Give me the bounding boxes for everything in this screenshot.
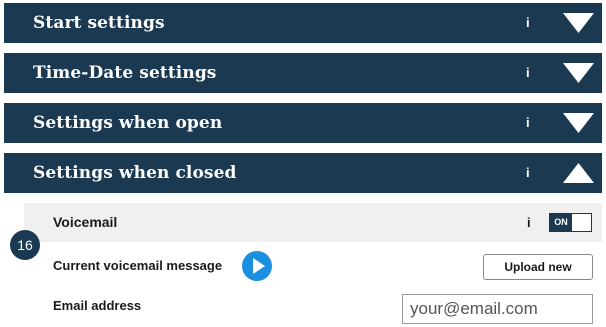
upload-new-button[interactable]: Upload new [483, 254, 593, 280]
step-badge: 16 [10, 230, 40, 260]
section-title: Start settings [33, 13, 165, 33]
chevron-down-icon[interactable] [563, 63, 594, 83]
info-icon[interactable]: i [527, 203, 531, 242]
play-button[interactable] [242, 251, 272, 281]
info-icon[interactable]: i [526, 53, 530, 93]
section-header-settings-when-open[interactable]: Settings when open i [4, 103, 602, 143]
info-icon[interactable]: i [526, 153, 530, 193]
toggle-on-label: ON [550, 214, 572, 231]
play-icon [253, 258, 265, 274]
current-voicemail-label: Current voicemail message [53, 258, 223, 273]
email-field[interactable] [402, 294, 593, 324]
voicemail-toggle[interactable]: ON [549, 213, 592, 232]
section-header-time-date-settings[interactable]: Time-Date settings i [4, 53, 602, 93]
chevron-down-icon[interactable] [563, 113, 594, 133]
info-icon[interactable]: i [526, 103, 530, 143]
voicemail-row: Voicemail i ON [24, 203, 602, 242]
voicemail-title: Voicemail [53, 214, 118, 230]
section-header-start-settings[interactable]: Start settings i [4, 3, 602, 43]
chevron-down-icon[interactable] [563, 13, 594, 33]
chevron-up-icon[interactable] [563, 163, 594, 183]
section-title: Settings when open [33, 113, 223, 133]
section-title: Time-Date settings [33, 63, 217, 83]
section-title: Settings when closed [33, 163, 237, 183]
email-address-label: Email address [53, 298, 142, 313]
info-icon[interactable]: i [526, 3, 530, 43]
section-header-settings-when-closed[interactable]: Settings when closed i [4, 153, 602, 193]
